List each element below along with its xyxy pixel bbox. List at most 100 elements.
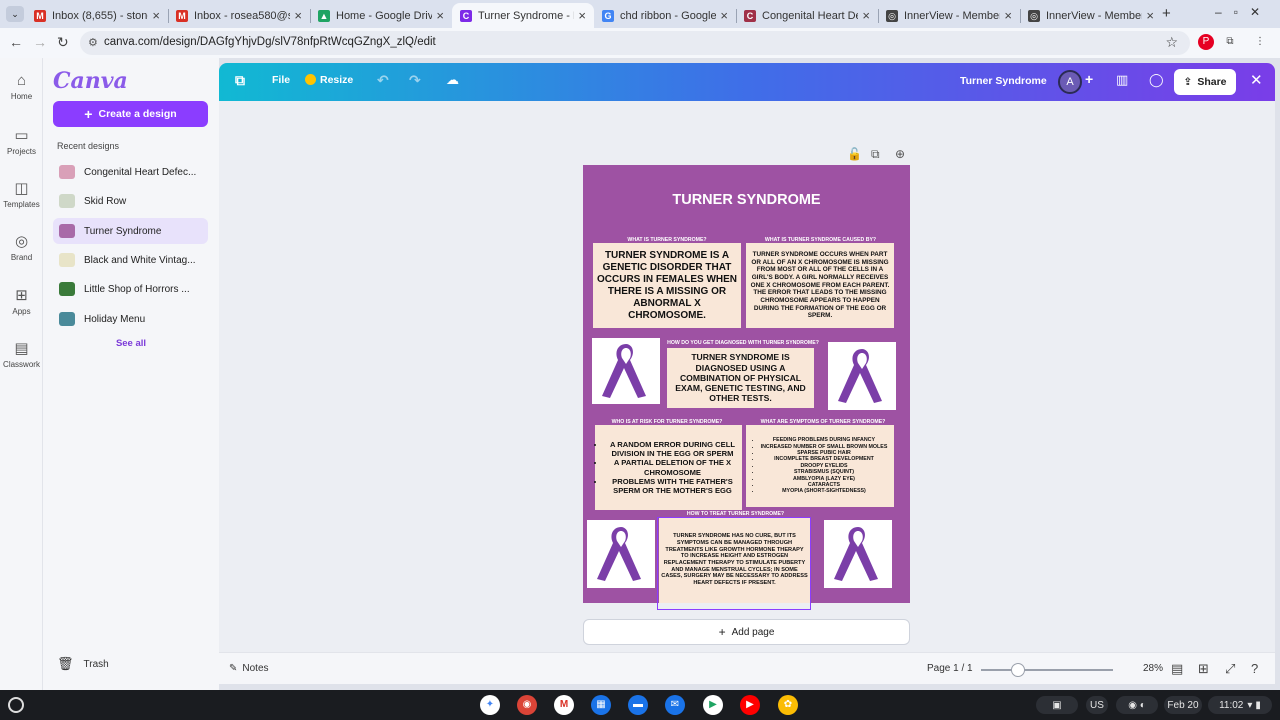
redo-icon[interactable]: ↷ (409, 72, 421, 89)
zoom-slider-track[interactable] (981, 669, 1113, 671)
share-button[interactable]: ⇪ Share (1174, 69, 1236, 95)
notes-button[interactable]: ✎ Notes (229, 663, 269, 674)
awareness-ribbon-image[interactable] (828, 342, 896, 410)
add-page-button[interactable]: + Add page (583, 619, 910, 645)
browser-tab[interactable]: C Congenital Heart Defects × (736, 3, 878, 28)
url-text[interactable]: canva.com/design/DAGfgYhjvDg/slV78nfpRtW… (104, 36, 436, 48)
add-page-icon[interactable]: ⊕ (895, 147, 905, 161)
duplicate-page-icon[interactable]: ⧉ (871, 147, 880, 162)
awareness-ribbon-image[interactable] (824, 520, 892, 588)
close-tab-icon[interactable]: × (152, 8, 160, 23)
page-view-icon[interactable]: ▤ (1171, 661, 1183, 677)
symptoms-box[interactable]: FEEDING PROBLEMS DURING INFANCY INCREASE… (746, 425, 894, 507)
photos-icon[interactable]: ✿ (778, 695, 798, 715)
extensions-icon[interactable]: ⧉ (1222, 34, 1238, 50)
trash-button[interactable]: 🗑 Trash (57, 656, 109, 672)
answer-box[interactable]: TURNER SYNDROME IS DIAGNOSED USING A COM… (667, 348, 814, 408)
create-design-button[interactable]: + Create a design (53, 101, 208, 127)
recent-design-item-selected[interactable]: Turner Syndrome (53, 218, 208, 244)
answer-box[interactable]: TURNER SYNDROME OCCURS WHEN PART OR ALL … (746, 243, 894, 328)
rail-item-templates[interactable]: ◫ Templates (0, 179, 43, 209)
apps-icon: ⊞ (15, 287, 28, 304)
status-area[interactable]: 11:02 ▾ ▮ (1208, 696, 1272, 714)
messages-icon[interactable]: ✉ (665, 695, 685, 715)
rail-item-brand[interactable]: ◎ Brand (0, 232, 43, 262)
insights-icon[interactable]: ▥ (1116, 72, 1128, 88)
close-tab-icon[interactable]: × (578, 8, 586, 23)
back-icon[interactable]: ← (9, 34, 23, 50)
help-icon[interactable]: ? (1251, 661, 1258, 676)
tab-search-icon[interactable]: ⌄ (6, 6, 24, 22)
input-method[interactable]: US (1086, 696, 1108, 714)
browser-tab[interactable]: ◎ InnerView - Member Home × (878, 3, 1020, 28)
file-menu-button[interactable]: File (272, 74, 290, 86)
fullscreen-icon[interactable]: ⤢ (1225, 661, 1235, 677)
browser-tab[interactable]: G chd ribbon - Google Search × (594, 3, 736, 28)
gmail-app-icon[interactable]: M (554, 695, 574, 715)
recent-design-item[interactable]: Congenital Heart Defec... (53, 159, 208, 185)
zoom-slider-handle[interactable] (1011, 663, 1025, 677)
rail-item-classwork[interactable]: ▤ Classwork (0, 339, 43, 369)
answer-box[interactable]: TURNER SYNDROME IS A GENETIC DISORDER TH… (593, 243, 741, 328)
bookmark-star-icon[interactable]: ☆ (1165, 34, 1178, 51)
zoom-level[interactable]: 28% (1143, 663, 1163, 674)
site-info-icon[interactable]: ⚙ (88, 36, 98, 49)
close-tab-icon[interactable]: × (1004, 8, 1012, 23)
close-editor-icon[interactable]: ✕ (1250, 71, 1263, 89)
close-tab-icon[interactable]: × (436, 8, 444, 23)
rail-item-projects[interactable]: ▭ Projects (0, 126, 43, 156)
browser-tab[interactable]: ▲ Home - Google Drive × (310, 3, 452, 28)
browser-menu-icon[interactable]: ⋮ (1252, 34, 1268, 50)
page-counter[interactable]: Page 1 / 1 (927, 663, 973, 674)
rail-item-apps[interactable]: ⊞ Apps (0, 286, 43, 316)
reload-icon[interactable]: ↻ (57, 34, 69, 51)
cloud-saved-icon[interactable]: ☁ (446, 72, 459, 88)
browser-tab[interactable]: M Inbox (8,655) - stonewallh × (26, 3, 168, 28)
media-controls-icon[interactable]: ◉ ◐ (1116, 696, 1158, 714)
close-tab-icon[interactable]: × (720, 8, 728, 23)
design-title[interactable]: Turner Syndrome (960, 75, 1047, 87)
calendar-icon[interactable]: ▦ (591, 695, 611, 715)
grid-view-icon[interactable]: ⊞ (1198, 661, 1209, 677)
recent-design-item[interactable]: Holiday Menu (53, 306, 208, 332)
add-collaborator-icon[interactable]: + (1085, 71, 1093, 87)
play-store-icon[interactable]: ▶ (703, 695, 723, 715)
browser-tab-active[interactable]: C Turner Syndrome - Poster × (452, 3, 594, 28)
pinterest-extension-icon[interactable]: P (1198, 34, 1214, 50)
recent-design-item[interactable]: Skid Row (53, 188, 208, 214)
close-tab-icon[interactable]: × (862, 8, 870, 23)
launcher-icon[interactable] (8, 697, 24, 713)
close-tab-icon[interactable]: × (1146, 8, 1154, 23)
youtube-icon[interactable]: ▶ (740, 695, 760, 715)
recent-design-item[interactable]: Black and White Vintag... (53, 247, 208, 273)
risk-factors-box[interactable]: A RANDOM ERROR DURING CELL DIVISION IN T… (595, 425, 742, 510)
files-icon[interactable]: ▬ (628, 695, 648, 715)
poster-title[interactable]: TURNER SYNDROME (583, 192, 910, 208)
innerview-icon: ◎ (886, 9, 898, 22)
awareness-ribbon-image[interactable] (587, 520, 655, 588)
question-heading[interactable]: HOW DO YOU GET DIAGNOSED WITH TURNER SYN… (661, 340, 825, 346)
canva-logo[interactable]: Canva (53, 68, 128, 94)
browser-tab[interactable]: ◎ InnerView - Member Home × (1020, 3, 1162, 28)
date-display[interactable]: Feb 20 (1164, 696, 1202, 714)
undo-icon[interactable]: ↶ (377, 72, 389, 89)
awareness-ribbon-image[interactable] (592, 338, 660, 404)
new-tab-icon[interactable]: + (1162, 5, 1171, 22)
lock-icon[interactable]: 🔓 (847, 147, 862, 161)
recent-designs-heading: Recent designs (57, 141, 120, 151)
address-bar[interactable]: ⚙ canva.com/design/DAGfgYhjvDg/slV78nfpR… (80, 31, 1190, 55)
close-tab-icon[interactable]: × (294, 8, 302, 23)
browser-tab[interactable]: M Inbox - rosea580@student × (168, 3, 310, 28)
rail-item-home[interactable]: ⌂ Home (0, 72, 43, 101)
comment-icon[interactable]: ◯ (1149, 72, 1164, 88)
open-external-icon[interactable]: ⧉ (235, 72, 245, 89)
chrome-icon[interactable]: ◉ (517, 695, 537, 715)
recent-design-item[interactable]: Little Shop of Horrors ... (53, 276, 208, 302)
avatar[interactable]: A (1058, 70, 1082, 94)
window-controls[interactable]: –▫✕ (1215, 5, 1272, 19)
assistant-icon[interactable]: ✦ (480, 695, 500, 715)
see-all-link[interactable]: See all (43, 338, 219, 349)
resize-button[interactable]: Resize (305, 74, 353, 86)
tote-icon[interactable]: ▣ (1036, 696, 1078, 714)
forward-icon[interactable]: → (33, 34, 47, 50)
